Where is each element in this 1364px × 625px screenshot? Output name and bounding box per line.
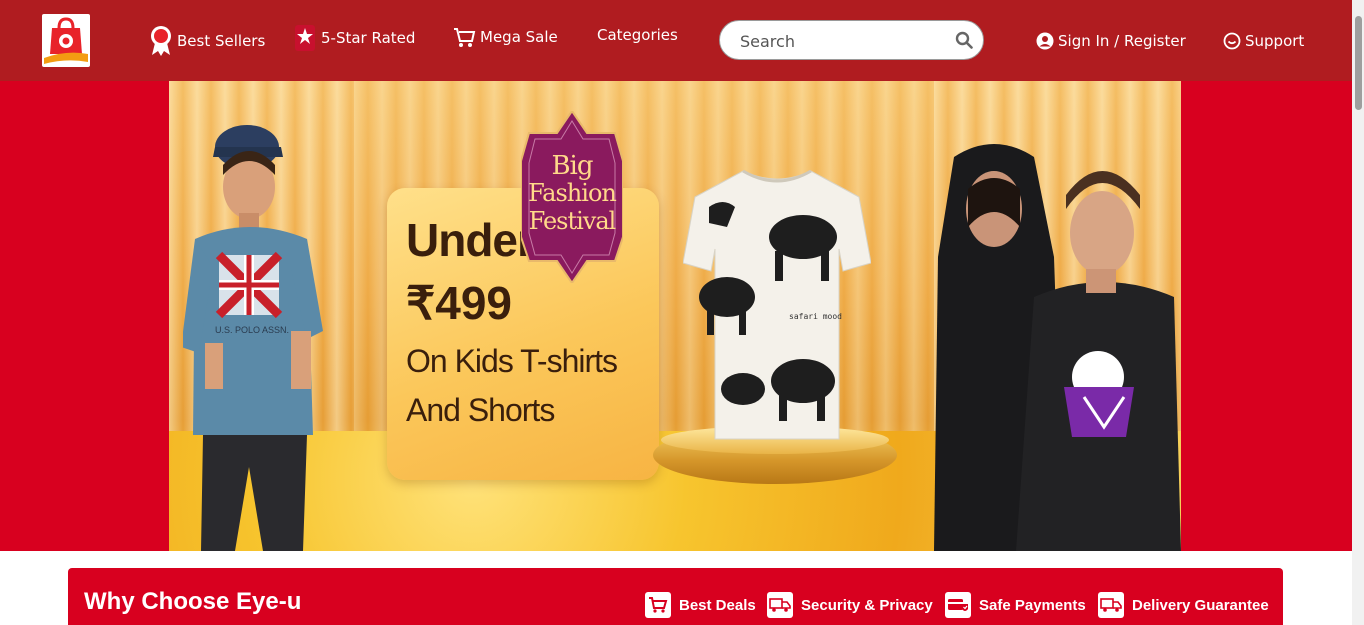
scrollbar-thumb[interactable] (1355, 16, 1362, 110)
nav-five-star-label: 5-Star Rated (321, 28, 416, 47)
kids-tshirt-image: safari mood (683, 169, 871, 440)
support-chat-icon (1223, 32, 1241, 50)
models-right-image (934, 144, 1181, 551)
nav-five-star[interactable]: 5-Star Rated (293, 0, 415, 78)
brand-logo[interactable] (42, 14, 90, 67)
search-bar (719, 20, 984, 60)
delivery-truck-icon (1098, 592, 1124, 618)
model-left-image: U.S. POLO ASSN. (183, 125, 323, 551)
tshirt-brand-text: U.S. POLO ASSN. (215, 325, 289, 335)
best-seller-ribbon-icon (149, 25, 173, 57)
feature-security-privacy: Security & Privacy (767, 592, 933, 618)
payment-card-icon (945, 592, 971, 618)
top-navbar: Best Sellers 5-Star Rated Mega Sale Cate… (0, 0, 1352, 81)
promo-line-1: On Kids T-shirts (406, 343, 618, 379)
feature-security-privacy-label: Security & Privacy (801, 596, 933, 614)
promo-banner[interactable]: U.S. POLO ASSN. Under ₹499 On Kids T-shi… (169, 81, 1181, 551)
cart-icon (645, 592, 671, 618)
nav-sign-in[interactable]: Sign In / Register (1036, 0, 1186, 81)
nav-sign-in-label: Sign In / Register (1058, 31, 1186, 50)
feature-delivery-guarantee-label: Delivery Guarantee (1132, 596, 1269, 614)
nav-mega-sale-label: Mega Sale (480, 27, 558, 46)
brand-logo-icon (44, 17, 88, 64)
search-icon[interactable] (955, 31, 973, 53)
star-rated-icon (293, 23, 317, 53)
feature-delivery-guarantee: Delivery Guarantee (1098, 592, 1269, 618)
search-input[interactable] (740, 29, 940, 53)
nav-categories-label: Categories (597, 25, 678, 44)
kids-tee-text: safari mood (789, 312, 842, 321)
nav-mega-sale[interactable]: Mega Sale (452, 0, 558, 77)
secure-truck-icon (767, 592, 793, 618)
feature-safe-payments: Safe Payments (945, 592, 1086, 618)
user-icon (1036, 32, 1054, 50)
nav-best-sellers-label: Best Sellers (177, 31, 266, 50)
feature-best-deals-label: Best Deals (679, 596, 756, 614)
feature-safe-payments-label: Safe Payments (979, 596, 1086, 614)
nav-support[interactable]: Support (1223, 0, 1304, 81)
why-choose-title: Why Choose Eye-u (84, 588, 302, 615)
nav-support-label: Support (1245, 31, 1305, 50)
why-choose-section: Why Choose Eye-u Best Deals Security & P… (68, 568, 1283, 625)
promo-under: Under (406, 214, 535, 266)
nav-best-sellers[interactable]: Best Sellers (149, 0, 265, 81)
badge-line-3: Festival (528, 207, 617, 235)
badge-line-2: Fashion (528, 179, 617, 207)
promo-price: ₹499 (406, 277, 513, 329)
promo-line-2: And Shorts (406, 392, 555, 428)
nav-categories[interactable]: Categories (597, 0, 678, 75)
badge-line-1: Big (551, 151, 593, 181)
page-scrollbar[interactable] (1352, 0, 1364, 625)
sale-cart-icon (452, 25, 476, 49)
feature-best-deals: Best Deals (645, 592, 756, 618)
